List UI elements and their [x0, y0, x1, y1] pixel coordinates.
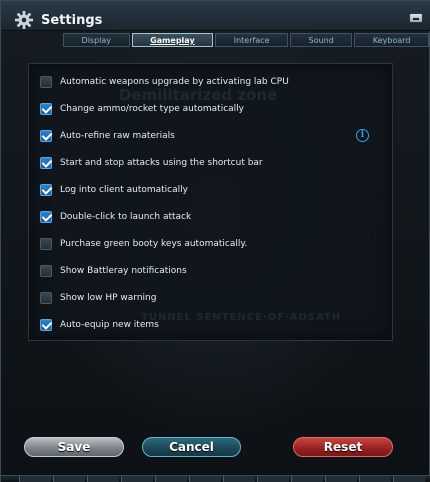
option-double-click-attack[interactable]: Double-click to launch attack: [40, 210, 191, 224]
toolbar-slot[interactable]: [121, 476, 153, 482]
option-shortcut-bar-attacks[interactable]: Start and stop attacks using the shortcu…: [40, 156, 263, 170]
option-auto-refine[interactable]: Auto-refine raw materials: [40, 129, 175, 143]
window-title: Settings: [41, 13, 103, 28]
checkbox-checked[interactable]: [40, 157, 52, 169]
minimize-button[interactable]: [409, 13, 423, 23]
toolbar-slot[interactable]: [53, 476, 85, 482]
checkbox-checked[interactable]: [40, 103, 52, 115]
save-button[interactable]: Save: [24, 437, 124, 457]
option-label: Log into client automatically: [60, 185, 188, 195]
reset-button[interactable]: Reset: [293, 437, 393, 457]
toolbar-slot[interactable]: [359, 476, 391, 482]
cancel-button[interactable]: Cancel: [142, 437, 241, 457]
toolbar-slot[interactable]: [189, 476, 221, 482]
tab-display[interactable]: Display: [63, 33, 130, 47]
checkbox-unchecked[interactable]: [40, 76, 52, 88]
settings-window: Settings Display Gameplay Interface Soun…: [0, 0, 430, 482]
tab-gameplay[interactable]: Gameplay: [131, 33, 214, 47]
tab-sound[interactable]: Sound: [290, 33, 353, 47]
option-label: Show Battleray notifications: [60, 266, 187, 276]
toolbar-slot[interactable]: [291, 476, 323, 482]
option-green-booty-keys[interactable]: Purchase green booty keys automatically.: [40, 237, 247, 251]
checkbox-unchecked[interactable]: [40, 238, 52, 250]
option-label: Double-click to launch attack: [60, 212, 192, 222]
toolbar-slot[interactable]: [257, 476, 289, 482]
option-label: Auto-equip new items: [60, 320, 159, 330]
bottom-toolbar-strip: [1, 475, 430, 482]
option-label: Start and stop attacks using the shortcu…: [60, 158, 263, 168]
option-battleray-notifications[interactable]: Show Battleray notifications: [40, 264, 187, 278]
background-signature-text: TUNNEL SENTENCE·OF·ADSATH: [141, 312, 342, 323]
toolbar-slot[interactable]: [325, 476, 357, 482]
option-auto-login[interactable]: Log into client automatically: [40, 183, 188, 197]
toolbar-slot[interactable]: [155, 476, 187, 482]
option-auto-weapons-upgrade[interactable]: Automatic weapons upgrade by activating …: [40, 75, 289, 89]
info-icon[interactable]: i: [356, 129, 369, 142]
option-change-ammo-type[interactable]: Change ammo/rocket type automatically: [40, 102, 244, 116]
tab-keyboard[interactable]: Keyboard: [354, 33, 430, 47]
title-bar[interactable]: Settings: [1, 1, 430, 31]
checkbox-checked[interactable]: [40, 319, 52, 331]
gear-icon: [15, 11, 33, 29]
tab-interface[interactable]: Interface: [215, 33, 289, 47]
checkbox-checked[interactable]: [40, 184, 52, 196]
tab-bar: Display Gameplay Interface Sound Keyboar…: [63, 33, 430, 47]
toolbar-slot[interactable]: [19, 476, 51, 482]
checkbox-checked[interactable]: [40, 130, 52, 142]
checkbox-checked[interactable]: [40, 211, 52, 223]
toolbar-slot[interactable]: [393, 476, 425, 482]
option-label: Automatic weapons upgrade by activating …: [60, 77, 289, 87]
option-low-hp-warning[interactable]: Show low HP warning: [40, 291, 156, 305]
option-label: Show low HP warning: [60, 293, 157, 303]
option-label: Change ammo/rocket type automatically: [60, 104, 245, 114]
options-panel: Demilitarized zone TUNNEL SENTENCE·OF·AD…: [28, 63, 393, 341]
checkbox-unchecked[interactable]: [40, 265, 52, 277]
checkbox-unchecked[interactable]: [40, 292, 52, 304]
option-label: Auto-refine raw materials: [60, 131, 175, 141]
option-auto-equip[interactable]: Auto-equip new items: [40, 318, 159, 332]
toolbar-slot[interactable]: [87, 476, 119, 482]
option-label: Purchase green booty keys automatically.: [60, 239, 248, 249]
toolbar-slot[interactable]: [223, 476, 255, 482]
